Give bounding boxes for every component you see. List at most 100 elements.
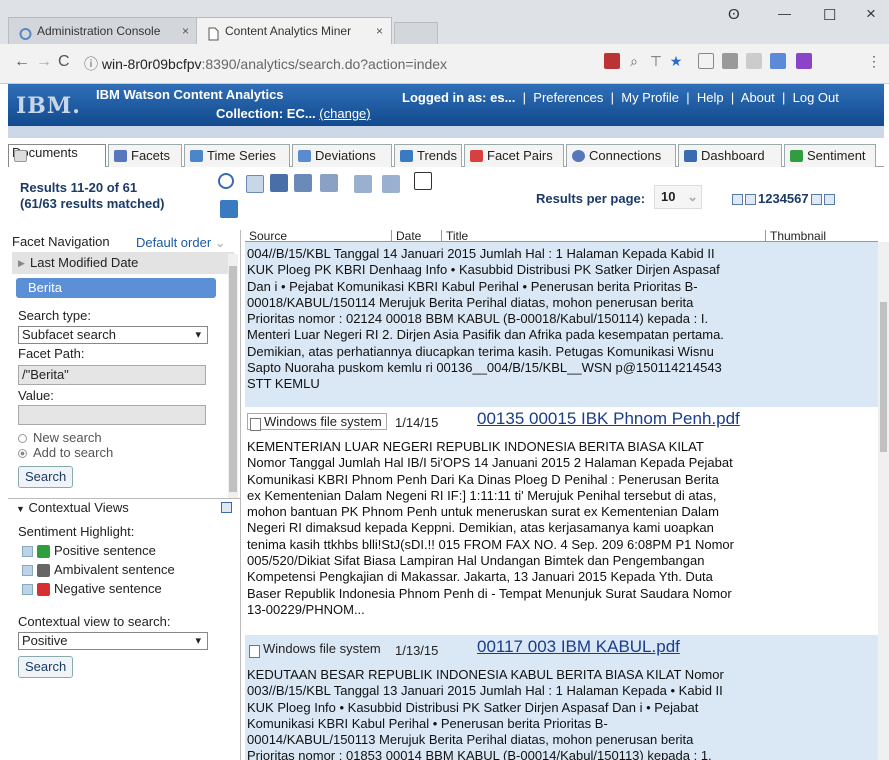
facet-order-select[interactable]: Default order ⌄ [136,235,234,253]
tab-facets[interactable]: Facets [108,144,182,167]
ambivalent-sentence-checkbox[interactable]: Ambivalent sentence [22,562,175,578]
selected-facet-berita[interactable]: Berita [16,278,216,298]
tab-documents[interactable]: Documents [8,144,106,168]
results-per-page-select[interactable]: 10 ⌄ [654,185,702,209]
value-label: Value: [18,388,54,403]
tab-label: Content Analytics Miner [225,24,352,38]
save-icon[interactable] [270,174,288,192]
preview-icon[interactable] [414,172,432,190]
back-icon[interactable]: ← [14,53,30,71]
collapse-icon[interactable] [354,175,372,193]
browser-tab-admin-console[interactable]: Administration Console × [8,17,198,44]
chevron-down-icon: ⌄ [214,235,226,250]
address-bar[interactable]: ⓘ win-8r0r09bcfpv:8390/analytics/search.… [70,50,630,78]
expand-icon[interactable] [382,175,400,193]
result-title-link[interactable]: 00117 003 IBM KABUL.pdf [477,637,680,657]
result-date: 1/14/15 [395,415,439,430]
account-icon[interactable]: ʘ [728,6,740,23]
new-search-radio[interactable]: New search [18,430,102,445]
tab-connections[interactable]: Connections [566,144,676,167]
collection-change-link[interactable]: (change) [319,106,370,121]
checkbox-label: Negative sentence [54,581,162,596]
close-tab-icon[interactable]: × [182,18,189,45]
snippet-line: tenima kasih ttkhbs blli!StJ(sDI.!! 015 … [247,536,734,552]
search-type-select[interactable]: Subfacet search ▾ [18,326,208,344]
snippet-line: Dan i • Pejabat Komunikasi KBRI Kabul Pe… [247,278,698,294]
facet-pairs-icon [470,150,483,162]
chevron-down-icon: ▾ [195,635,201,647]
tab-label: Facet Pairs [487,148,553,163]
browser-tab-content-analytics[interactable]: Content Analytics Miner × [196,17,392,44]
column-source[interactable]: Source [245,230,287,242]
panel-toggle-icon[interactable] [221,502,232,513]
tab-time-series[interactable]: Time Series [184,144,290,167]
close-window-button[interactable]: × [866,4,876,24]
tab-deviations[interactable]: Deviations [292,144,392,167]
refresh-icon[interactable] [218,173,234,189]
pin-icon[interactable]: ⊤ [648,53,664,69]
extension-icon[interactable] [746,53,762,69]
snippet-line: Prioritas nomor : 01853 00014 BBM KABUL … [247,748,712,760]
preferences-link[interactable]: Preferences [533,90,603,105]
menu-icon[interactable]: ⋮ [866,53,882,69]
last-page-icon[interactable] [823,194,835,206]
page-numbers[interactable]: 1234567 [758,191,809,206]
extension-icon[interactable] [722,53,738,69]
zoom-icon[interactable]: ⌕ [626,53,642,69]
close-tab-icon[interactable]: × [376,18,383,45]
result-title-link[interactable]: 00135 00015 IBK Phnom Penh.pdf [477,409,740,429]
separator: | [610,90,614,105]
tab-trends[interactable]: Trends [394,144,462,167]
facet-search-button[interactable]: Search [18,466,74,488]
about-link[interactable]: About [741,90,775,105]
contextual-search-button[interactable]: Search [18,656,74,678]
scrollbar-thumb[interactable] [880,302,887,452]
column-date[interactable]: Date [391,230,421,242]
column-title[interactable]: Title [441,230,468,242]
new-tab-button[interactable] [394,22,438,44]
positive-sentence-checkbox[interactable]: Positive sentence [22,543,156,559]
separator: | [686,90,690,105]
header-splitter[interactable] [8,126,884,138]
first-page-icon[interactable] [732,194,743,206]
contextual-views-header[interactable]: ▼ Contextual Views [8,498,240,516]
add-to-search-radio[interactable]: Add to search [18,445,113,460]
next-page-icon[interactable] [810,194,822,206]
export-icon[interactable] [246,175,264,193]
chart-icon[interactable] [294,174,312,192]
negative-sentence-checkbox[interactable]: Negative sentence [22,581,162,597]
info-icon[interactable]: ⓘ [70,56,98,72]
facet-scrollbar[interactable] [228,254,238,498]
column-thumbnail[interactable]: Thumbnail [765,230,826,242]
value-field[interactable] [18,405,206,425]
tab-facet-pairs[interactable]: Facet Pairs [464,144,564,167]
extension-icon[interactable] [604,53,620,69]
checkbox-label: Positive sentence [54,543,156,558]
forward-icon[interactable]: → [36,53,52,71]
scrollbar-thumb[interactable] [229,266,237,492]
compare-icon[interactable] [320,174,338,192]
my-profile-link[interactable]: My Profile [621,90,679,105]
snippet-line: 003//B/15/KBL Tanggal 13 Januari 2015 Ju… [247,683,723,699]
help-link[interactable]: Help [697,90,724,105]
previous-page-icon[interactable] [745,194,756,206]
browser-toolbar: ← → C ⓘ win-8r0r09bcfpv:8390/analytics/s… [0,44,889,84]
extension-icon[interactable] [770,53,786,69]
tab-sentiment[interactable]: Sentiment [784,144,876,167]
facet-label: Last Modified Date [30,255,139,270]
bookmark-star-icon[interactable]: ★ [668,53,684,69]
layout-icon[interactable] [220,200,238,218]
results-column-headers: Source Date Title Thumbnail [245,230,878,242]
checkbox-checked-icon [22,565,33,577]
tab-dashboard[interactable]: Dashboard [678,144,782,167]
results-summary: Results 11-20 of 61 (61/63 results match… [20,180,165,212]
reload-icon[interactable]: C [58,53,70,71]
maximize-button[interactable]: ☐ [823,6,836,24]
extension-icon[interactable] [796,53,812,69]
results-scrollbar[interactable] [878,242,889,760]
minimize-button[interactable]: — [778,6,791,21]
extension-icon[interactable] [698,53,714,69]
last-modified-date-facet[interactable]: ▶ Last Modified Date [12,252,234,274]
contextual-view-select[interactable]: Positive ▾ [18,632,208,650]
log-out-link[interactable]: Log Out [793,90,839,105]
